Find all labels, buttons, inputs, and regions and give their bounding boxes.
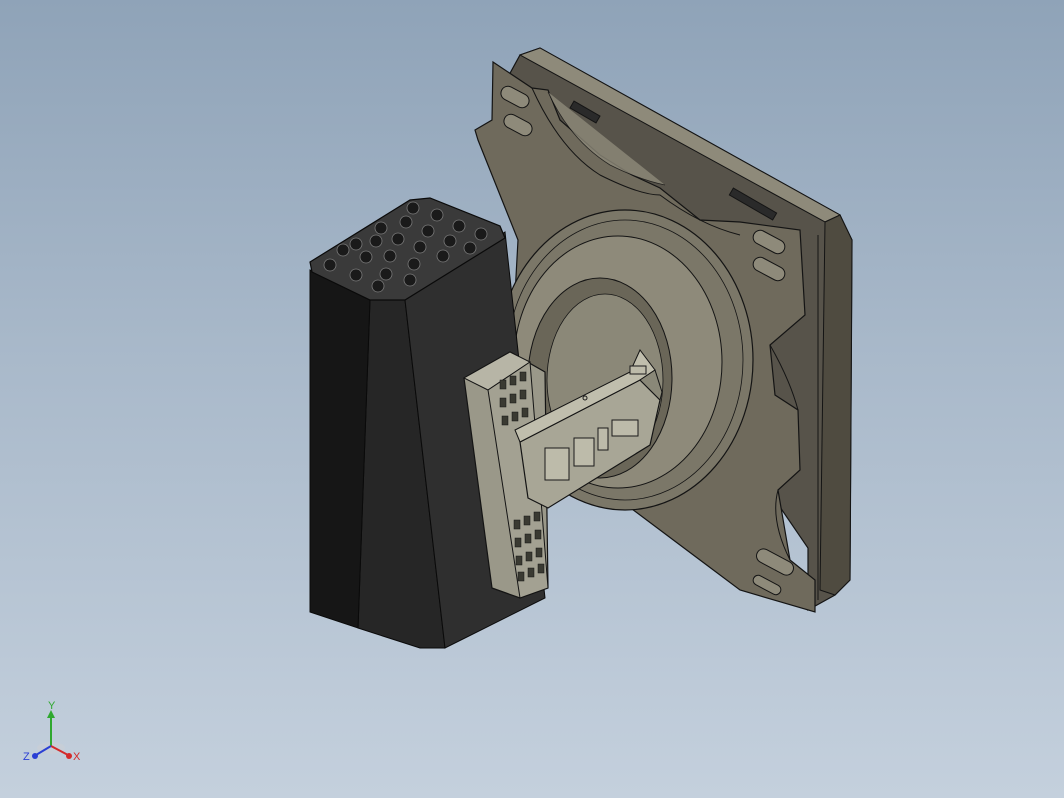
cad-model[interactable] xyxy=(0,0,1064,798)
y-axis-label: Y xyxy=(48,700,56,712)
x-axis-label: X xyxy=(73,751,81,763)
cad-graphics-viewport[interactable]: Y X Z xyxy=(0,0,1064,798)
view-triad-icon[interactable]: Y X Z xyxy=(18,700,88,770)
z-axis-label: Z xyxy=(23,751,30,763)
